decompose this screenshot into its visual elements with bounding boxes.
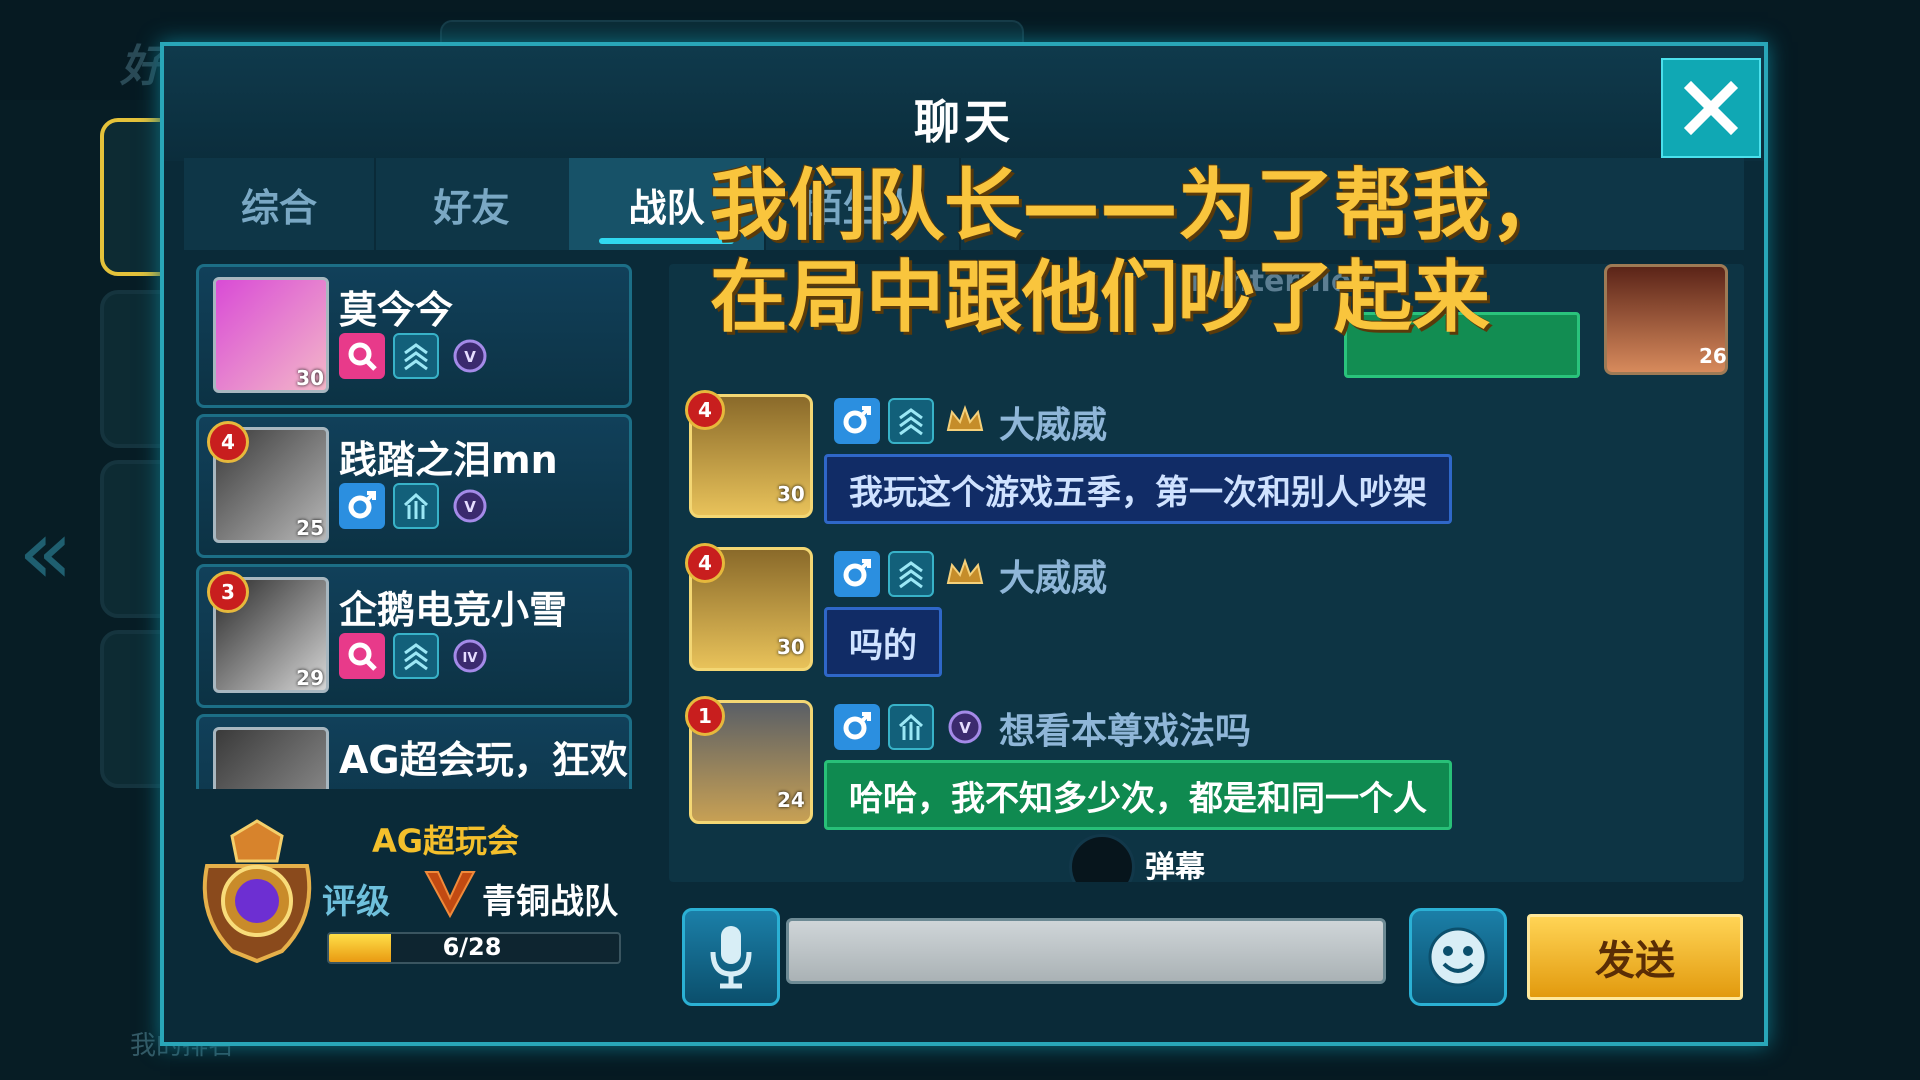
member-icons: V: [339, 483, 493, 529]
member-name: AG超会玩，狂欢: [339, 738, 628, 782]
member-item[interactable]: 30 莫今今 V: [196, 264, 632, 408]
video-caption: 我们队长——为了帮我， 在局中跟他们吵了起来: [710, 160, 1568, 344]
chat-input[interactable]: [786, 918, 1386, 984]
member-rank-badge: 4: [207, 421, 249, 463]
rank-tier-icon: [888, 704, 934, 750]
crown-badge-icon: [942, 551, 988, 597]
member-name: 践踏之泪mn: [339, 438, 558, 482]
member-icons: V: [339, 333, 493, 379]
male-icon: [834, 398, 880, 444]
male-icon: [834, 551, 880, 597]
danmu-toggle[interactable]: 弹幕: [1069, 824, 1369, 882]
message-bubble: 哈哈，我不知多少次，都是和同一个人: [824, 760, 1452, 830]
sender-name: 大威威: [999, 405, 1108, 446]
rank-tier-icon: [393, 483, 439, 529]
chat-messages[interactable]: Lanternlev... 26 4 30 大威威 我玩这个游戏五季，第一次和别…: [669, 264, 1744, 882]
sender-level: 24: [777, 788, 805, 812]
close-icon: [1683, 80, 1739, 136]
sender-rank-badge: 4: [685, 390, 725, 430]
member-item[interactable]: 3 29 企鹅电竞小雪 IV: [196, 564, 632, 708]
tab-general[interactable]: 综合: [184, 158, 376, 250]
team-name: AG超玩会: [372, 822, 520, 860]
sender-name: 想看本尊戏法吗: [999, 711, 1252, 752]
crown-badge-icon: [942, 398, 988, 444]
female-icon: [339, 633, 385, 679]
top-message-level: 26: [1699, 344, 1727, 368]
sender-level: 30: [777, 482, 805, 506]
member-level: 29: [296, 666, 324, 690]
member-name: 企鹅电竞小雪: [339, 588, 568, 632]
tab-friends[interactable]: 好友: [374, 158, 571, 250]
voice-button[interactable]: [682, 908, 780, 1006]
member-item[interactable]: 4 25 践踏之泪mn V: [196, 414, 632, 558]
message-bubble: 我玩这个游戏五季，第一次和别人吵架: [824, 454, 1452, 524]
rank-tier-icon: [888, 551, 934, 597]
member-level: 25: [296, 516, 324, 540]
team-info: AG超玩会 评级 青铜战队 6/28: [192, 816, 642, 1016]
sender-name: 大威威: [999, 558, 1108, 599]
avatar: [213, 727, 329, 789]
caption-line: 在局中跟他们吵了起来: [710, 253, 1491, 343]
avatar: 30: [213, 277, 329, 393]
team-emblem-icon: [202, 819, 312, 964]
vip-badge-icon: V: [447, 483, 493, 529]
danmu-knob[interactable]: [1069, 834, 1135, 882]
team-progress-text: 6/28: [442, 933, 502, 961]
caption-line: 我们队长——为了帮我，: [710, 161, 1569, 251]
back-arrow-icon: «: [18, 500, 74, 605]
chat-message: 4 30 大威威 我玩这个游戏五季，第一次和别人吵架: [685, 390, 1729, 544]
emoji-button[interactable]: [1409, 908, 1507, 1006]
sender-icons: [834, 398, 988, 444]
danmu-label: 弹幕: [1145, 850, 1205, 882]
sender-rank-badge: 4: [685, 543, 725, 583]
close-button[interactable]: [1661, 58, 1761, 158]
male-icon: [834, 704, 880, 750]
team-grade: 青铜战队: [482, 882, 618, 922]
team-member-list[interactable]: 30 莫今今 V 4 25 践踏之泪mn V 3 29 企鹅电竞小雪 IV AG…: [186, 264, 636, 789]
member-level: 30: [296, 366, 324, 390]
message-bubble: 吗的: [824, 607, 942, 677]
title-bar: 聊天: [164, 46, 1764, 161]
rank-tier-icon: [393, 633, 439, 679]
rank-tier-icon: [888, 398, 934, 444]
member-icons: IV: [339, 633, 493, 679]
member-item[interactable]: AG超会玩，狂欢: [196, 714, 632, 789]
member-rank-badge: 3: [207, 571, 249, 613]
svg-text:V: V: [464, 498, 476, 516]
send-button[interactable]: 发送: [1527, 914, 1743, 1000]
svg-text:V: V: [959, 719, 971, 737]
svg-text:V: V: [464, 348, 476, 366]
rank-tier-icon: [393, 333, 439, 379]
chat-message: 4 30 大威威 吗的: [685, 543, 1729, 697]
window-title: 聊天: [914, 95, 1014, 149]
vip-badge-icon: V: [942, 704, 988, 750]
sender-rank-badge: 1: [685, 696, 725, 736]
vip-badge-icon: V: [447, 333, 493, 379]
sender-level: 30: [777, 635, 805, 659]
svg-text:IV: IV: [463, 651, 478, 666]
microphone-icon: [710, 926, 752, 989]
sender-icons: [834, 551, 988, 597]
male-icon: [339, 483, 385, 529]
team-grade-label: 评级: [322, 882, 390, 922]
bronze-tier-icon: [424, 871, 476, 919]
female-icon: [339, 333, 385, 379]
member-name: 莫今今: [339, 288, 454, 332]
vip-badge-icon: IV: [447, 633, 493, 679]
sender-icons: V: [834, 704, 988, 750]
emoji-icon: [1428, 927, 1488, 987]
